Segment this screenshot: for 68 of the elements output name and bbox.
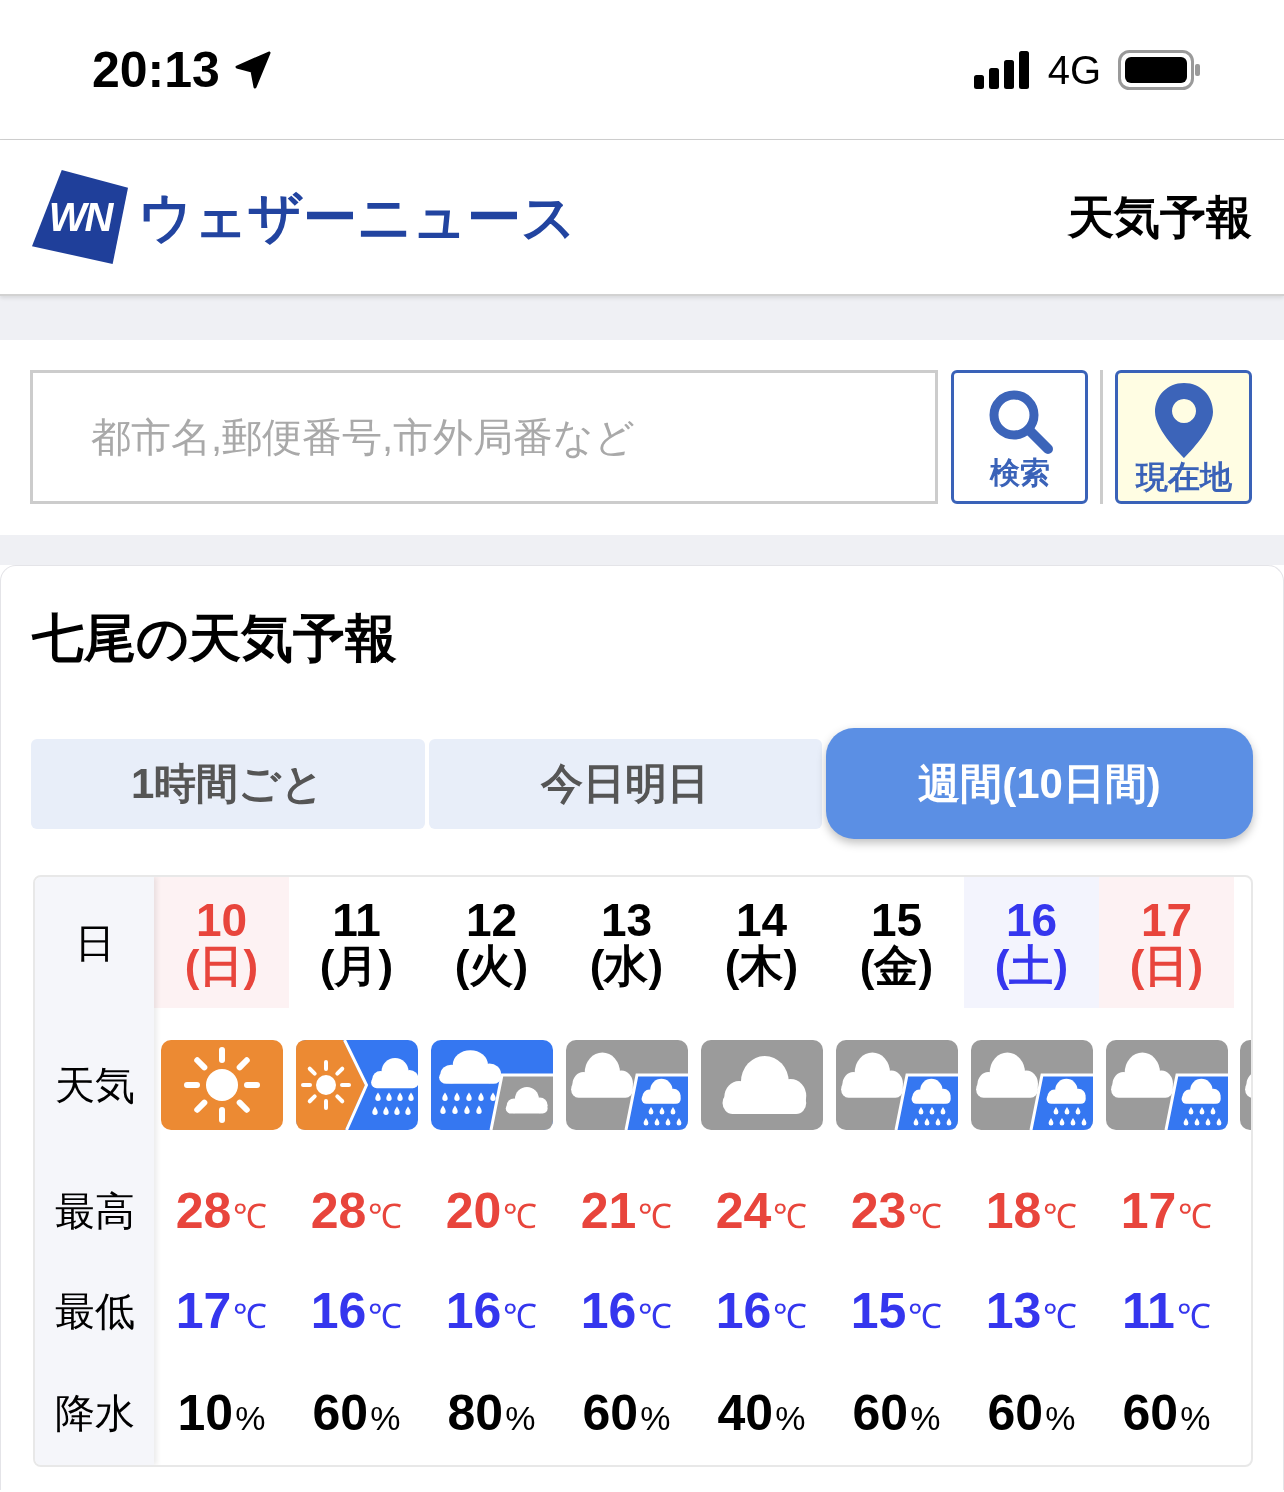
low-temperature: 16℃ [715,1286,808,1336]
date-number: 13 [600,896,653,943]
weekday-label: (木) [724,942,799,989]
forecast-title: 七尾の天気予報 [30,612,398,664]
date-number: 15 [870,896,923,943]
low-temperature: 17℃ [175,1286,268,1336]
cloud-and-rain-cloud-icon [835,1039,958,1130]
tab[interactable]: 1時間ごと [31,738,425,829]
date-number: 16 [1005,896,1058,943]
precipitation-chance: 40% [717,1388,806,1438]
high-temperature: 28℃ [175,1186,268,1236]
high-temperature: 28℃ [310,1186,403,1236]
precipitation-chance: 60% [312,1388,401,1438]
sun-icon [160,1039,283,1130]
low-temperature: 16℃ [445,1286,538,1336]
network-type: 4G [1047,49,1101,90]
date-number: 10 [195,896,248,943]
clock-time: 20:13 [92,44,220,95]
low-temperature: 16℃ [310,1286,403,1336]
logo-mark: WN [32,170,128,264]
sun-then-rain-cloud-icon [295,1039,418,1130]
cloud-and-rain-cloud-icon [1105,1039,1228,1130]
search-field[interactable]: 都市名,郵便番号,市外局番など [30,370,938,504]
date-number: 11 [332,896,381,943]
weekday-label: (日) [184,942,259,989]
low-temperature: 13℃ [985,1286,1078,1336]
precipitation-chance: 80% [447,1388,536,1438]
location-arrow-icon [233,49,272,90]
high-temperature: 18℃ [985,1186,1078,1236]
battery-icon [1118,49,1200,90]
precipitation-chance: 60% [852,1388,941,1438]
tab[interactable]: 今日明日 [428,738,822,829]
row-label: 最高 [54,1191,135,1231]
row-label: 天気 [54,1064,135,1105]
signal-icon [973,50,1031,89]
low-temperature: 11℃ [1122,1286,1211,1336]
search-button[interactable]: 検索 [951,370,1088,504]
date-number: 12 [465,896,518,943]
site-name: ウェザーニュース [138,190,576,244]
high-temperature: 24℃ [715,1186,808,1236]
high-temperature: 23℃ [850,1186,943,1236]
date-number: 14 [735,896,788,943]
weekday-label: (土) [994,942,1069,989]
row-label: 降水 [54,1393,135,1433]
weekday-label: (水) [589,942,664,989]
weekday-label: (火) [454,942,529,989]
weekday-label: (金) [859,942,934,989]
low-temperature: 15℃ [850,1286,943,1336]
high-temperature: 17℃ [1120,1186,1213,1236]
precipitation-chance: 60% [1122,1388,1211,1438]
cloud-icon [700,1039,823,1130]
page-title: 天気予報 [1068,194,1252,240]
weekday-label: (月) [319,942,394,989]
weekday-label: (日) [1129,942,1204,989]
row-label: 日 [74,922,115,963]
precipitation-chance: 60% [582,1388,671,1438]
precipitation-chance: 60% [987,1388,1076,1438]
rain-cloud-and-cloud-icon [430,1039,553,1130]
cloud-and-rain-cloud-icon [565,1039,688,1130]
low-temperature: 16℃ [580,1286,673,1336]
tab[interactable]: 週間(10日間) [826,728,1253,839]
cloud-and-rain-cloud-icon [970,1039,1093,1130]
precipitation-chance: 10% [177,1388,266,1438]
date-number: 17 [1140,896,1193,943]
current-location-button[interactable]: 現在地 [1115,370,1252,504]
high-temperature: 20℃ [445,1186,538,1236]
row-label: 最低 [54,1291,135,1331]
high-temperature: 21℃ [580,1186,673,1236]
